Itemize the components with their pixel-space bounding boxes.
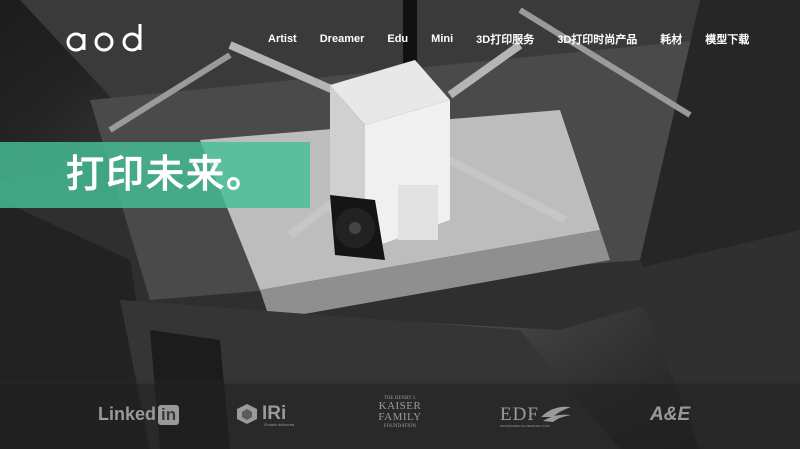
iri-tagline: Growth delivered (264, 422, 295, 427)
iri-cube-icon (237, 404, 257, 424)
iri-logo: IRi Growth delivered (236, 403, 294, 427)
kaiser-line-2: FAMILY (378, 411, 422, 423)
linkedin-in-box: in (158, 404, 180, 425)
nav-dreamer[interactable]: Dreamer (320, 33, 365, 45)
nav-mini[interactable]: Mini (431, 33, 453, 45)
edf-wing-icon (540, 406, 571, 422)
nav-3d-printing-service[interactable]: 3D打印服务 (476, 31, 534, 47)
nav-model-download[interactable]: 模型下载 (705, 31, 749, 47)
nav-3d-fashion-products[interactable]: 3D打印时尚产品 (557, 31, 637, 47)
main-menu: Artist Dreamer Edu Mini 3D打印服务 3D打印时尚产品 … (268, 31, 749, 47)
edf-logo: EDF ENVIRONMENTAL DEFENSE FUND (500, 404, 573, 428)
top-navigation: Artist Dreamer Edu Mini 3D打印服务 3D打印时尚产品 … (0, 0, 800, 72)
nav-artist[interactable]: Artist (268, 33, 297, 45)
aod-logo[interactable] (64, 20, 154, 54)
ae-logo: A&E (650, 404, 691, 425)
edf-wordmark: EDF (500, 404, 539, 425)
nav-edu[interactable]: Edu (387, 33, 408, 45)
nav-filament[interactable]: 耗材 (660, 31, 682, 47)
iri-wordmark: IRi (262, 403, 287, 424)
kaiser-family-foundation-logo: THE HENRY J. KAISER FAMILY FOUNDATION (378, 396, 422, 429)
hero-headline: 打印未来。 (66, 152, 267, 196)
kaiser-bottom-line: FOUNDATION (383, 424, 417, 429)
linkedin-logo: Linked in (98, 404, 180, 425)
edf-subtitle: ENVIRONMENTAL DEFENSE FUND (500, 424, 550, 428)
linkedin-wordmark: Linked (98, 404, 157, 424)
